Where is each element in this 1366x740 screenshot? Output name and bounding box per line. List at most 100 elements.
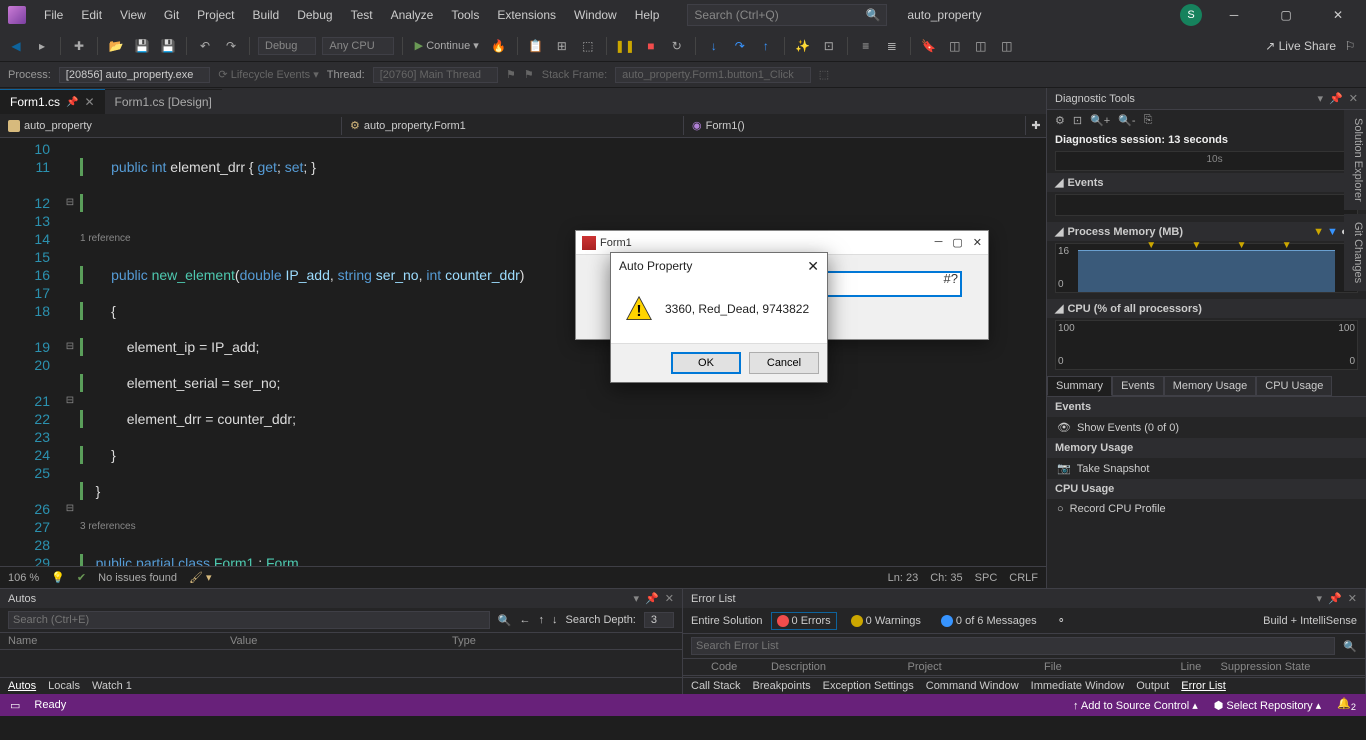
pin-icon[interactable]: 📌: [645, 592, 659, 605]
filter-build-lint[interactable]: ⚬: [1051, 611, 1072, 630]
diag-take-snapshot[interactable]: 📷 Take Snapshot: [1047, 458, 1366, 479]
tab-watch1[interactable]: Watch 1: [92, 680, 132, 692]
tab-exception-settings[interactable]: Exception Settings: [823, 680, 914, 692]
output-icon[interactable]: ▭: [10, 699, 20, 712]
live-share-button[interactable]: ↗ Live Share: [1265, 39, 1336, 53]
diag-timeline[interactable]: 10s: [1055, 151, 1358, 171]
pin-icon[interactable]: 📌: [1329, 92, 1343, 105]
tab-autos[interactable]: Autos: [8, 680, 36, 692]
menu-test[interactable]: Test: [343, 4, 381, 26]
indent[interactable]: SPC: [975, 572, 998, 584]
nav-back[interactable]: ◀: [6, 36, 26, 56]
flag2-icon[interactable]: ⚑: [524, 68, 534, 81]
build-combo[interactable]: Build + IntelliSense: [1263, 615, 1357, 627]
tool-icon-11[interactable]: ◫: [997, 36, 1017, 56]
issues-text[interactable]: No issues found: [98, 572, 177, 584]
fold-column[interactable]: ⊟⊟⊟⊟: [60, 138, 80, 566]
menu-window[interactable]: Window: [566, 4, 625, 26]
dropdown-icon[interactable]: ▾: [634, 592, 640, 605]
errors-search[interactable]: [691, 637, 1335, 655]
platform-combo[interactable]: Any CPU: [322, 37, 393, 55]
nav-fwd[interactable]: ▸: [32, 36, 52, 56]
scope-combo[interactable]: Entire Solution: [691, 615, 763, 627]
diag-events-header[interactable]: ◢ Events: [1047, 173, 1366, 192]
side-tab-git-changes[interactable]: Git Changes: [1344, 214, 1366, 291]
new-item-icon[interactable]: ✚: [69, 36, 89, 56]
dropdown-icon[interactable]: ▾: [1318, 92, 1324, 105]
menu-debug[interactable]: Debug: [289, 4, 340, 26]
menu-build[interactable]: Build: [245, 4, 288, 26]
hot-reload-icon[interactable]: 🔥: [489, 36, 509, 56]
menu-view[interactable]: View: [112, 4, 154, 26]
tab-locals[interactable]: Locals: [48, 680, 80, 692]
close-icon[interactable]: ✕: [1349, 92, 1358, 105]
close-icon[interactable]: ✕: [84, 95, 94, 109]
diag-memory-chart[interactable]: 1616 00 ▼▼▼▼: [1055, 243, 1358, 293]
close-icon[interactable]: ✕: [665, 592, 674, 605]
restart-icon[interactable]: ↻: [667, 36, 687, 56]
tool-icon-3[interactable]: ⬚: [578, 36, 598, 56]
side-tab-solution-explorer[interactable]: Solution Explorer: [1344, 110, 1366, 210]
select-repository[interactable]: ⬢ Select Repository ▴: [1214, 699, 1321, 712]
undo-icon[interactable]: ↶: [195, 36, 215, 56]
form-maximize[interactable]: ▢: [952, 236, 962, 249]
flag-icon[interactable]: ⚑: [506, 68, 516, 81]
stack-combo[interactable]: auto_property.Form1.button1_Click: [615, 67, 811, 83]
save-icon[interactable]: 💾: [132, 36, 152, 56]
tool-icon-8[interactable]: 🔖: [919, 36, 939, 56]
global-search[interactable]: Search (Ctrl+Q) 🔍: [687, 4, 887, 26]
tab-output[interactable]: Output: [1136, 680, 1169, 692]
menu-project[interactable]: Project: [189, 4, 242, 26]
config-combo[interactable]: Debug: [258, 37, 316, 55]
step-over-icon[interactable]: ↷: [730, 36, 750, 56]
process-combo[interactable]: [20856] auto_property.exe: [59, 67, 211, 83]
search-icon[interactable]: 🔍: [1343, 640, 1357, 653]
window-close[interactable]: ✕: [1318, 0, 1358, 30]
tab-breakpoints[interactable]: Breakpoints: [753, 680, 811, 692]
step-into-icon[interactable]: ↓: [704, 36, 724, 56]
open-icon[interactable]: 📂: [106, 36, 126, 56]
lifecycle-events[interactable]: ⟳ Lifecycle Events ▾: [218, 68, 318, 81]
pin-icon[interactable]: 📌: [66, 97, 78, 108]
tool-icon-6[interactable]: ≡: [856, 36, 876, 56]
reset-icon[interactable]: ⎘: [1144, 114, 1153, 127]
notifications[interactable]: 🔔2: [1337, 697, 1356, 712]
menu-help[interactable]: Help: [627, 4, 668, 26]
tool-icon[interactable]: 📋: [526, 36, 546, 56]
messagebox-titlebar[interactable]: Auto Property ✕: [611, 253, 827, 279]
autos-search[interactable]: [8, 611, 490, 629]
menu-tools[interactable]: Tools: [443, 4, 487, 26]
stop-icon[interactable]: ■: [641, 36, 661, 56]
tab-form1-cs[interactable]: Form1.cs 📌 ✕: [0, 89, 105, 114]
diag-tab-memory[interactable]: Memory Usage: [1164, 376, 1257, 396]
add-source-control[interactable]: ↑ Add to Source Control ▴: [1073, 699, 1198, 712]
menu-analyze[interactable]: Analyze: [383, 4, 442, 26]
menu-edit[interactable]: Edit: [73, 4, 110, 26]
tool-icon-9[interactable]: ◫: [945, 36, 965, 56]
diag-record-cpu[interactable]: ○ Record CPU Profile: [1047, 499, 1366, 519]
form-minimize[interactable]: ─: [935, 236, 943, 249]
redo-icon[interactable]: ↷: [221, 36, 241, 56]
messagebox-ok-button[interactable]: OK: [671, 352, 741, 374]
tab-callstack[interactable]: Call Stack: [691, 680, 741, 692]
tool-icon-10[interactable]: ◫: [971, 36, 991, 56]
step-out-icon[interactable]: ↑: [756, 36, 776, 56]
diag-memory-header[interactable]: ◢ Process Memory (MB) ▼ ▼ ● P: [1047, 222, 1366, 241]
code-editor[interactable]: 1011121314151617181920212223242526272829…: [0, 138, 1046, 566]
tool-icon-2[interactable]: ⊞: [552, 36, 572, 56]
window-minimize[interactable]: ─: [1214, 0, 1254, 30]
form-close[interactable]: ✕: [973, 236, 982, 249]
gear-icon[interactable]: ⚙: [1055, 114, 1065, 127]
tab-form1-design[interactable]: Form1.cs [Design]: [105, 89, 222, 114]
tool-icon[interactable]: ⊡: [1073, 114, 1082, 127]
tab-error-list[interactable]: Error List: [1181, 680, 1226, 692]
tool-icon-4[interactable]: ✨: [793, 36, 813, 56]
brush-icon[interactable]: 🖌 ▾: [189, 571, 212, 584]
tool-icon-5[interactable]: ⊡: [819, 36, 839, 56]
zoom-in-icon[interactable]: 🔍+: [1090, 114, 1110, 127]
user-avatar[interactable]: S: [1180, 4, 1202, 26]
window-maximize[interactable]: ▢: [1266, 0, 1306, 30]
dropdown-icon[interactable]: ▾: [1317, 592, 1323, 605]
nav-class[interactable]: ⚙auto_property.Form1: [342, 116, 684, 135]
split-icon[interactable]: ✚: [1026, 119, 1046, 132]
